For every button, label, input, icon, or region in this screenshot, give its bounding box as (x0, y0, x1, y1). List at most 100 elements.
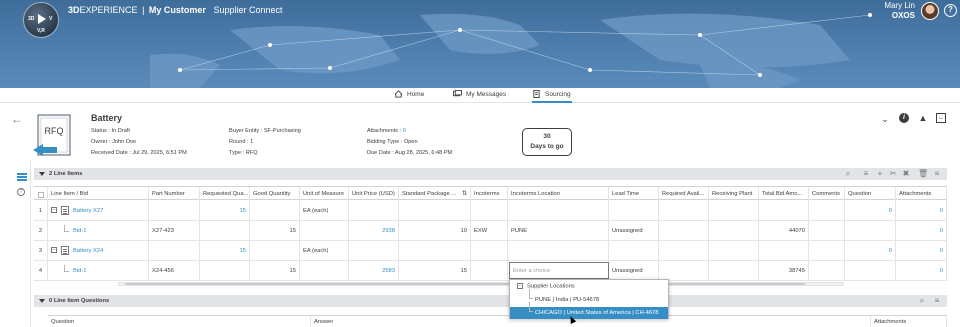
collapse-row-icon[interactable]: − (51, 247, 57, 254)
required-avail-cell[interactable] (659, 261, 709, 281)
horizontal-scrollbar[interactable] (118, 282, 844, 286)
comments-cell[interactable] (809, 261, 845, 281)
column-header[interactable]: Incoterms (471, 187, 508, 201)
unit-price-cell[interactable]: 2938 (349, 221, 399, 241)
column-header[interactable]: Total Bid Amo... (759, 187, 809, 201)
column-header[interactable]: Lead Time (609, 187, 659, 201)
dropdown-option-selected[interactable]: CHICAGO | United States of America | CH-… (510, 302, 668, 319)
collapse-row-icon[interactable]: − (51, 207, 57, 214)
column-header[interactable]: Unit Price (USD) (349, 187, 399, 201)
user-name[interactable]: Mary Lin (884, 1, 915, 10)
incoterms-location-dropdown[interactable]: − Supplier Locations PUNE | India | PU-54… (509, 279, 669, 319)
good-qty-cell[interactable]: 15 (250, 221, 300, 241)
sort-icon[interactable]: ⇅ (462, 187, 467, 201)
column-header[interactable]: Unit of Measure (300, 187, 349, 201)
add-icon[interactable]: + (876, 170, 884, 178)
tab-sourcing[interactable]: Sourcing (532, 90, 572, 103)
bid-link[interactable]: Bid-1 (73, 268, 87, 274)
column-header[interactable]: Attachments (871, 316, 947, 327)
receiving-plant-cell[interactable] (709, 261, 759, 281)
unit-price-cell[interactable] (349, 201, 399, 221)
incoterms-cell[interactable] (471, 261, 508, 281)
select-all-checkbox[interactable] (38, 192, 44, 198)
tab-my-messages[interactable]: My Messages (453, 90, 506, 103)
std-package-cell[interactable]: 15 (399, 261, 471, 281)
info-icon[interactable]: i (899, 113, 909, 123)
question-cell[interactable]: 0 (845, 201, 896, 221)
line-item-link[interactable]: Battery X27 (73, 208, 103, 214)
table-row[interactable]: 2 Bid-1 X27-423 15 2938 10 EXW PUNE Unas… (34, 221, 947, 241)
unit-price-cell[interactable]: 2583 (349, 261, 399, 281)
column-header[interactable]: Part Number (149, 187, 200, 201)
comments-cell[interactable] (809, 221, 845, 241)
app-name: Supplier Connect (213, 5, 283, 15)
select-all-cell[interactable] (34, 187, 48, 201)
column-header[interactable]: Required Avail... (659, 187, 709, 201)
table-row[interactable]: 4 Bid-1 X24-456 15 2583 15 Unassigned 38… (34, 261, 947, 281)
column-header[interactable]: Attachments (896, 187, 947, 201)
required-avail-cell[interactable] (659, 221, 709, 241)
search-icon[interactable]: ⌕ (918, 297, 926, 305)
column-header[interactable]: Question (48, 316, 311, 327)
column-header[interactable]: Comments (809, 187, 845, 201)
column-header[interactable]: Question (845, 187, 896, 201)
line-items-section-header[interactable]: 2 Line Items ⌕ ≡ + ✂ ✖ 🗑 ≡ (34, 168, 947, 180)
good-qty-cell[interactable]: 15 (250, 261, 300, 281)
scrollbar-thumb[interactable] (125, 283, 805, 285)
tab-home[interactable]: Home (394, 90, 424, 103)
questions-section-header[interactable]: 0 Line Item Questions ⌕ ≡ (34, 295, 947, 307)
bid-link[interactable]: Bid-1 (73, 228, 87, 234)
uom-cell (300, 221, 349, 241)
option-label: PUNE | India | PU-54678 (535, 297, 600, 303)
lead-time-cell[interactable]: Unassigned (609, 261, 659, 281)
question-cell[interactable]: 0 (845, 241, 896, 261)
help-icon[interactable]: ? (944, 4, 957, 17)
settings-columns-icon[interactable]: ≡ (933, 170, 941, 178)
back-arrow-icon[interactable]: ← (11, 112, 23, 126)
days-count: 30 (543, 133, 551, 140)
attachments-cell[interactable]: 0 (896, 221, 947, 241)
requested-qty-cell[interactable]: 15 (200, 241, 250, 261)
table-row[interactable]: 3 − Battery X24 15 EA (each) 0 0 (34, 241, 947, 261)
attachments-cell[interactable]: 0 (896, 261, 947, 281)
uom-cell: EA (each) (300, 201, 349, 221)
column-header[interactable]: Standard Package ... ⇅ (399, 187, 471, 201)
avatar[interactable] (921, 2, 939, 20)
incoterms-location-input[interactable]: Enter a choice (509, 262, 609, 279)
incoterms-cell[interactable]: EXW (471, 221, 508, 241)
line-item-link[interactable]: Battery X24 (73, 248, 103, 254)
compass-button[interactable]: 3D V V,R (23, 2, 59, 38)
column-header[interactable]: Good Quantity (250, 187, 300, 201)
column-header[interactable]: Line Item / Bid (48, 187, 149, 201)
attachments-cell[interactable]: 0 (896, 241, 947, 261)
cut-icon[interactable]: ✂ (889, 170, 897, 178)
column-header[interactable]: Requested Qua... (200, 187, 250, 201)
triangle-up-icon[interactable]: ▲ (918, 113, 928, 123)
search-icon[interactable]: ⌕ (844, 170, 852, 178)
std-package-cell[interactable]: 10 (399, 221, 471, 241)
settings-columns-icon[interactable]: ≡ (933, 297, 941, 305)
table-row[interactable]: 1 − Battery X27 15 EA (each) 0 0 (34, 201, 947, 221)
dropdown-group[interactable]: − Supplier Locations (517, 283, 575, 290)
good-qty-cell (250, 201, 300, 221)
requested-qty-cell[interactable]: 15 (200, 201, 250, 221)
receiving-plant-cell[interactable] (709, 221, 759, 241)
column-header[interactable]: Incoterms Location (508, 187, 609, 201)
collapse-icon[interactable] (39, 299, 45, 303)
collapse-icon[interactable] (39, 172, 45, 176)
chevron-down-icon[interactable]: ⌄ (880, 114, 890, 124)
question-icon[interactable]: ? (17, 188, 25, 196)
collapse-group-icon[interactable]: − (517, 283, 523, 289)
incoterms-location-cell[interactable]: PUNE (508, 221, 609, 241)
attachments-cell[interactable]: 0 (896, 201, 947, 221)
lead-time-cell[interactable]: Unassigned (609, 221, 659, 241)
filter-list-icon[interactable]: ≡ (862, 170, 870, 178)
column-header[interactable]: Receiving Plant (709, 187, 759, 201)
list-view-icon[interactable] (17, 173, 27, 181)
remove-icon[interactable]: ✖ (902, 170, 910, 178)
delete-icon[interactable]: 🗑 (918, 170, 928, 178)
expand-panel-icon[interactable]: ↔ (936, 113, 946, 123)
dropdown-option[interactable]: PUNE | India | PU-54678 (510, 289, 668, 306)
tree-connector (529, 302, 533, 312)
meta-status: Status : In Draft (91, 128, 130, 134)
